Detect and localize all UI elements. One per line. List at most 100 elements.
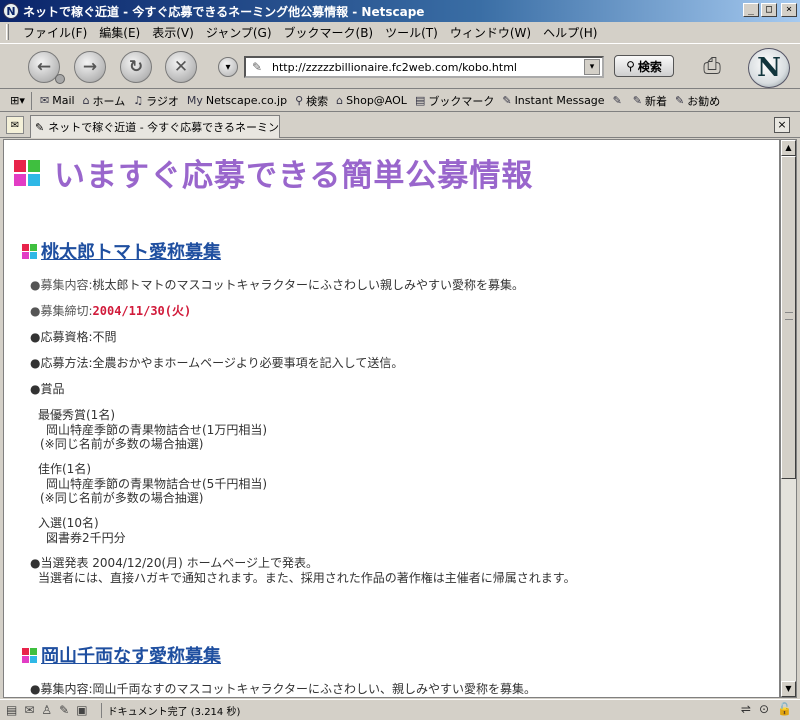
bookmark-label: Shop@AOL [346, 94, 407, 107]
section1-content-line: ●募集内容:桃太郎トマトのマスコットキャラクターにふさわしい親しみやすい愛称を募… [30, 276, 524, 293]
stop-button[interactable]: ✕ [165, 51, 197, 83]
url-text[interactable]: http://zzzzzbillionaire.fc2web.com/kobo.… [272, 61, 584, 74]
bookmark-recommend[interactable]: ✎ お勧め [675, 93, 720, 109]
field-value: 桃太郎トマトのマスコットキャラクターにふさわしい親しみやすい愛称を募集。 [92, 278, 525, 292]
bookmark-label: ブックマーク [428, 94, 495, 108]
netscape-logo[interactable]: N [748, 48, 790, 88]
search-button[interactable]: ⚲ 検索 [614, 55, 674, 77]
back-history-dropdown[interactable] [55, 74, 65, 84]
connection-icon: ⇌ [740, 702, 751, 716]
four-color-bullet-icon [22, 647, 37, 663]
bookmark-shop-aol[interactable]: ⌂ Shop@AOL [336, 94, 407, 107]
tab-bar: ✉ ✎ ネットで稼ぐ近道 - 今すぐ応募できるネーミング... × [0, 113, 800, 138]
grip-icon [785, 312, 793, 320]
bookmark-label: お勧め [687, 94, 721, 108]
bookmark-radio[interactable]: ♫ ラジオ [133, 93, 179, 109]
person-icon[interactable]: ♙ [41, 703, 52, 717]
netscape-app-icon[interactable]: N [3, 3, 19, 19]
home-icon: ⌂ [82, 94, 90, 107]
mail-icon[interactable]: ✉ [24, 703, 34, 717]
section1-eligibility: ●応募資格:不問 [30, 330, 117, 344]
reload-icon: ↻ [128, 57, 144, 77]
bookmark-folder[interactable]: ▤ ブックマーク [415, 93, 494, 109]
bookmark-mail[interactable]: ✉ Mail [40, 94, 75, 107]
menu-bookmarks[interactable]: ブックマーク(B) [278, 24, 380, 41]
menu-window[interactable]: ウィンドウ(W) [444, 24, 537, 41]
menu-go[interactable]: ジャンプ(G) [200, 24, 278, 41]
field-label: ●募集内容: [30, 278, 93, 292]
composer-icon[interactable]: ✎ [59, 703, 69, 717]
field-label: ●募集締切: [30, 304, 93, 318]
url-history-dropdown[interactable]: ▾ [584, 59, 600, 75]
scroll-down-arrow-icon[interactable]: ▼ [781, 681, 796, 697]
menu-file[interactable]: ファイル(F) [17, 24, 93, 41]
url-input[interactable]: ✎ http://zzzzzbillionaire.fc2web.com/kob… [244, 56, 604, 78]
menu-view[interactable]: 表示(V) [146, 24, 200, 41]
page-icon: ✎ [251, 60, 263, 74]
bookmark-folder-icon: ▤ [414, 94, 426, 107]
scrollbar-thumb[interactable] [781, 156, 796, 479]
menu-bar: ファイル(F) 編集(E) 表示(V) ジャンプ(G) ブックマーク(B) ツー… [0, 22, 800, 42]
prize1-note: (※同じ名前が多数の場合抽選) [40, 437, 204, 451]
lock-icon: 🔓 [777, 702, 792, 716]
bookmark-search[interactable]: ⚲ 検索 [295, 93, 328, 109]
bookmark-label: 検索 [306, 94, 329, 108]
page-content: いますぐ応募できる簡単公募情報 桃太郎トマト愛称募集 ●募集内容:桃太郎トマトの… [3, 139, 780, 698]
close-window-button[interactable]: × [781, 3, 797, 17]
toolbar-grip[interactable] [6, 24, 9, 40]
prize3-item: 図書券2千円分 [46, 531, 126, 545]
new-tab-icon[interactable]: ✉ [6, 116, 24, 134]
window-controls: _ □ × [743, 3, 797, 17]
menu-tools[interactable]: ツール(T) [379, 24, 444, 41]
link-icon: ✎ [632, 94, 642, 107]
chevron-down-icon[interactable]: ▾ [218, 57, 238, 77]
close-tab-button[interactable]: × [774, 117, 790, 133]
bookmark-label: Instant Message [514, 94, 605, 107]
navigation-toolbar: ← → ↻ ✕ ▾ ✎ http://zzzzzbillionaire.fc2w… [0, 43, 800, 89]
section1-link[interactable]: 桃太郎トマト愛称募集 [41, 238, 221, 264]
minimize-button[interactable]: _ [743, 3, 759, 17]
bookmark-instant-message[interactable]: ✎ Instant Message [502, 94, 604, 107]
mail-icon: ✉ [40, 94, 50, 107]
bookmark-new[interactable]: ✎ 新着 [633, 93, 667, 109]
search-button-label: 検索 [637, 59, 662, 74]
bookmark-home[interactable]: ⌂ ホーム [83, 93, 126, 109]
bookmark-netscape[interactable]: My Netscape.co.jp [187, 94, 287, 107]
forward-button[interactable]: → [74, 51, 106, 83]
tab-list-button[interactable]: ⊞▾ [4, 91, 32, 110]
scroll-up-arrow-icon[interactable]: ▲ [781, 140, 796, 156]
bookmark-blank[interactable]: ✎ [613, 94, 625, 107]
reload-button[interactable]: ↻ [120, 51, 152, 83]
bookmark-label: 新着 [645, 94, 667, 108]
search-icon: ⚲ [295, 94, 304, 107]
print-icon[interactable]: ⎙ [697, 51, 727, 81]
link-icon: ✎ [612, 94, 622, 107]
status-text: ドキュメント完了 (3.214 秒) [100, 702, 240, 718]
stop-icon: ✕ [173, 57, 189, 77]
menu-help[interactable]: ヘルプ(H) [537, 24, 603, 41]
section1-deadline-line: ●募集締切:2004/11/30(火) [30, 302, 191, 319]
tab-label: ネットで稼ぐ近道 - 今すぐ応募できるネーミング... [48, 121, 280, 134]
location-bar: ▾ ✎ http://zzzzzbillionaire.fc2web.com/k… [218, 54, 604, 80]
forward-arrow-icon: → [82, 57, 98, 77]
tab-current[interactable]: ✎ ネットで稼ぐ近道 - 今すぐ応募できるネーミング... [30, 115, 280, 138]
personal-toolbar: ⊞▾ ✉ Mail ⌂ ホーム ♫ ラジオ My Netscape.co.jp ⚲ 検索 … [0, 90, 800, 112]
security-icon: ⊙ [758, 702, 770, 716]
four-color-logo-icon [14, 159, 40, 186]
deadline-value: 2004/11/30(火) [92, 304, 192, 318]
link-icon: ✎ [502, 94, 512, 107]
section1-heading: 桃太郎トマト愛称募集 [22, 238, 221, 264]
my-netscape-icon: My [186, 94, 203, 107]
shop-icon: ⌂ [336, 94, 344, 107]
address-book-icon[interactable]: ▣ [76, 703, 87, 717]
prize2-note: (※同じ名前が多数の場合抽選) [40, 491, 204, 505]
bookmark-label: Mail [52, 94, 75, 107]
page-title: いますぐ応募できる簡単公募情報 [14, 150, 533, 195]
section2-link[interactable]: 岡山千両なす愛称募集 [41, 642, 221, 668]
status-menu-icon[interactable]: ▤ [6, 703, 17, 717]
menu-edit[interactable]: 編集(E) [93, 24, 146, 41]
vertical-scrollbar[interactable]: ▲ ▼ [780, 139, 797, 698]
title-bar: N ネットで稼ぐ近道 - 今すぐ応募できるネーミング他公募情報 - Netsca… [0, 0, 800, 22]
maximize-button[interactable]: □ [761, 3, 777, 17]
back-arrow-icon: ← [36, 57, 52, 77]
